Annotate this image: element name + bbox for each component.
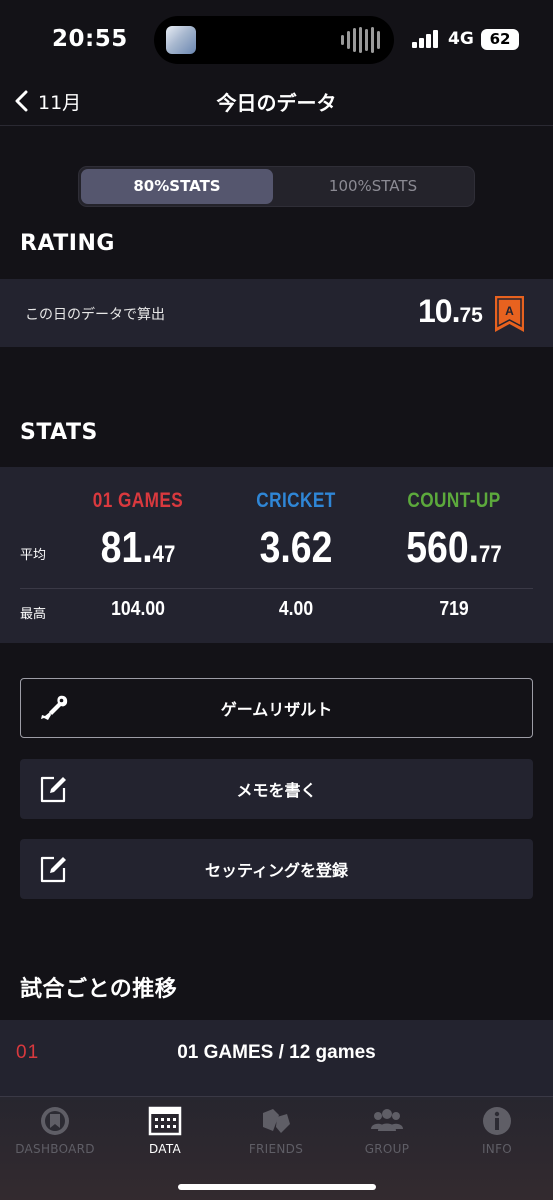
tab-label: DATA xyxy=(148,1142,182,1156)
trends-section-title: 試合ごとの推移 xyxy=(20,977,178,1002)
status-bar: 20:55 4G 62 xyxy=(0,0,553,80)
avg-integer: 81. xyxy=(100,523,153,572)
cellular-signal-icon xyxy=(412,30,440,48)
stat-average-01-games: 81.47 xyxy=(70,523,206,573)
trend-title: 01 GAMES / 12 games xyxy=(177,1042,376,1063)
navigation-bar: 11月 今日のデータ xyxy=(0,80,553,126)
rating-card: この日のデータで算出 10.75 A xyxy=(0,279,553,347)
stat-max-count-up: 719 xyxy=(439,598,469,620)
edit-icon xyxy=(40,856,66,883)
rating-grade: A xyxy=(505,304,514,318)
write-memo-label: メモを書く xyxy=(236,781,317,800)
stats-section-title: STATS xyxy=(20,420,98,445)
rating-grade-flag-icon: A xyxy=(495,296,524,332)
stat-header-count-up: COUNT-UP xyxy=(407,489,501,512)
info-icon xyxy=(483,1107,511,1135)
tab-label: INFO xyxy=(481,1142,513,1156)
rating-value-decimal: 75 xyxy=(459,304,483,327)
edit-icon xyxy=(40,776,66,803)
avg-integer: 560. xyxy=(406,523,480,572)
avg-decimal: 47 xyxy=(152,541,176,568)
tab-label: FRIENDS xyxy=(248,1142,304,1156)
stat-max-cricket: 4.00 xyxy=(278,598,314,620)
register-setting-label: セッティングを登録 xyxy=(204,861,349,880)
avg-integer: 3.62 xyxy=(259,523,333,572)
audio-waveform-icon xyxy=(341,27,380,53)
stat-max-01-games: 104.00 xyxy=(111,598,165,620)
stat-average-count-up: 560.77 xyxy=(386,523,522,573)
write-memo-button[interactable]: メモを書く xyxy=(20,759,533,819)
tab-label: DASHBOARD xyxy=(15,1142,95,1156)
dashboard-icon xyxy=(41,1107,69,1135)
stats-divider xyxy=(20,588,533,589)
stats-mode-segmented-control: 80%STATS 100%STATS xyxy=(78,166,475,207)
game-result-button[interactable]: ゲームリザルト xyxy=(20,678,533,738)
data-icon xyxy=(148,1106,182,1136)
trend-card-01-games[interactable]: 01 01 GAMES / 12 games xyxy=(0,1020,553,1100)
network-type: 4G xyxy=(448,29,474,49)
tab-data[interactable]: DATA xyxy=(110,1105,220,1165)
tab-group[interactable]: GROUP xyxy=(332,1105,442,1165)
friends-icon xyxy=(263,1109,290,1133)
now-playing-artwork xyxy=(166,26,196,54)
tab-label: GROUP xyxy=(364,1142,410,1156)
dynamic-island[interactable] xyxy=(154,16,394,64)
dart-icon xyxy=(41,695,68,720)
tab-dashboard[interactable]: DASHBOARD xyxy=(0,1105,110,1165)
max-row-label: 最高 xyxy=(20,607,47,622)
segment-80-stats[interactable]: 80%STATS xyxy=(81,169,273,204)
avg-decimal: 77 xyxy=(479,541,502,568)
rating-value-integer: 10. xyxy=(418,293,460,329)
register-setting-button[interactable]: セッティングを登録 xyxy=(20,839,533,899)
segment-100-stats[interactable]: 100%STATS xyxy=(277,169,469,204)
tab-friends[interactable]: FRIENDS xyxy=(221,1105,331,1165)
stat-average-cricket: 3.62 xyxy=(228,523,364,573)
stats-card: 01 GAMES CRICKET COUNT-UP 平均 81.47 3.62 … xyxy=(0,467,553,643)
rating-value: 10.75 xyxy=(418,293,483,330)
stat-header-01-games: 01 GAMES xyxy=(92,489,184,512)
tab-info[interactable]: INFO xyxy=(442,1105,552,1165)
home-indicator xyxy=(178,1184,376,1190)
stat-header-cricket: CRICKET xyxy=(256,489,336,512)
average-row-label: 平均 xyxy=(20,548,47,563)
page-title: 今日のデータ xyxy=(216,91,337,115)
rating-caption: この日のデータで算出 xyxy=(25,307,165,323)
game-result-label: ゲームリザルト xyxy=(220,700,333,719)
group-icon xyxy=(371,1109,403,1131)
rating-section-title: RATING xyxy=(20,231,115,256)
battery-icon: 62 xyxy=(481,29,519,50)
status-time: 20:55 xyxy=(52,26,128,52)
